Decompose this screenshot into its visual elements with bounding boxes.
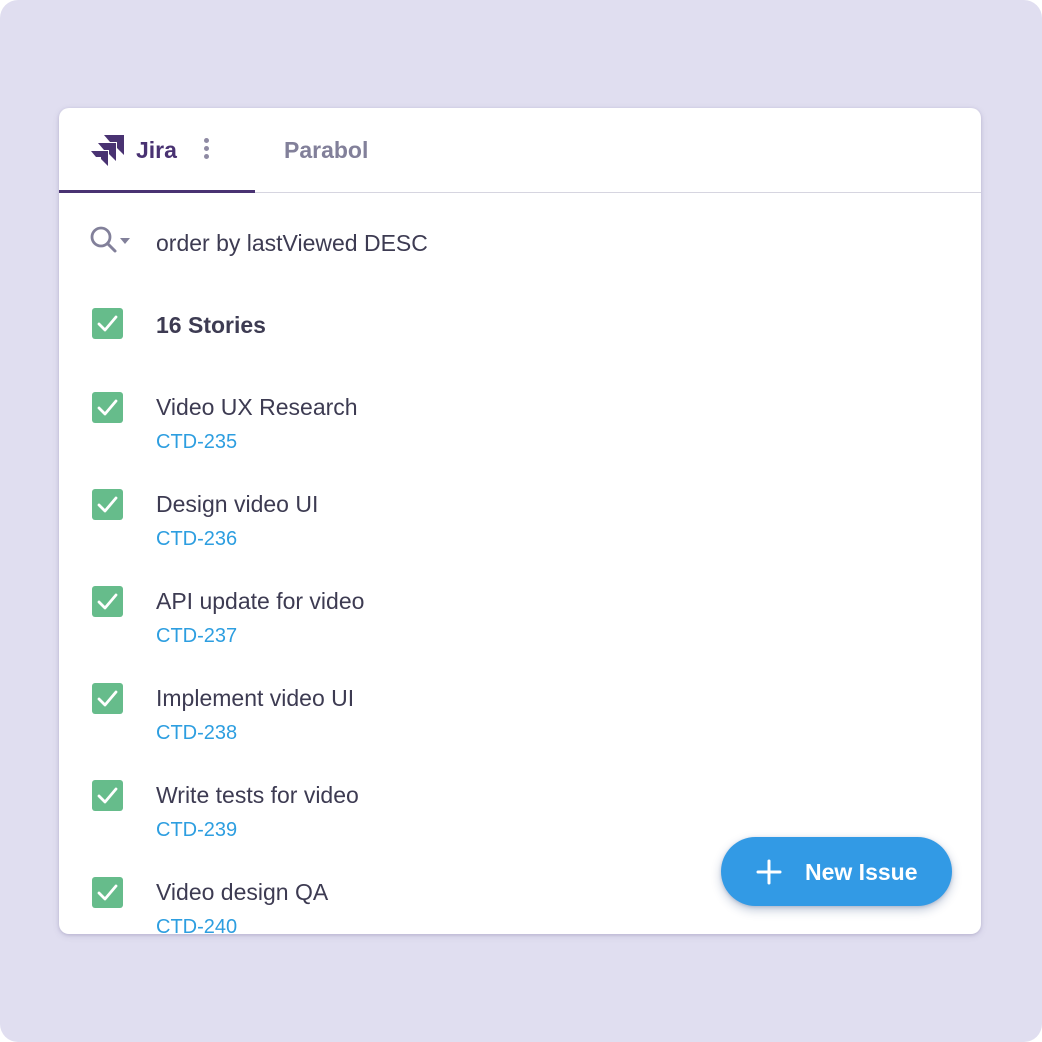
issue-key[interactable]: CTD-238 — [156, 722, 237, 745]
search-icon — [90, 226, 130, 253]
checkmark-icon — [97, 690, 118, 707]
search-options-toggle[interactable] — [89, 222, 137, 262]
tab-jira[interactable]: Jira — [59, 108, 255, 193]
issue-checkbox[interactable] — [92, 780, 123, 811]
issue-picker-card: Jira Parabol order by lastViewed DESC 16… — [59, 108, 981, 934]
issue-title: Write tests for video — [156, 782, 359, 808]
issue-key[interactable]: CTD-240 — [156, 916, 237, 934]
issue-key[interactable]: CTD-235 — [156, 431, 237, 454]
list-item[interactable]: Implement video UI CTD-238 — [59, 683, 981, 773]
new-issue-label: New Issue — [805, 859, 918, 885]
background-frame: Jira Parabol order by lastViewed DESC 16… — [0, 0, 1042, 1042]
tab-parabol[interactable]: Parabol — [271, 128, 381, 172]
tab-parabol-label: Parabol — [284, 137, 369, 163]
tab-bar: Jira Parabol — [59, 108, 981, 193]
plus-icon — [756, 859, 782, 885]
checkmark-icon — [97, 787, 118, 804]
issue-key[interactable]: CTD-237 — [156, 625, 237, 648]
active-tab-indicator — [59, 190, 255, 193]
list-item[interactable]: Design video UI CTD-236 — [59, 489, 981, 579]
new-issue-button[interactable]: New Issue — [721, 837, 952, 906]
checkmark-icon — [97, 399, 118, 416]
checkmark-icon — [97, 315, 118, 332]
issue-key[interactable]: CTD-239 — [156, 819, 237, 842]
stories-count: 16 Stories — [156, 312, 266, 338]
more-options-icon[interactable] — [199, 138, 213, 162]
checkmark-icon — [97, 496, 118, 513]
search-row: order by lastViewed DESC — [89, 222, 949, 262]
caret-down-icon — [120, 238, 130, 244]
tab-jira-label: Jira — [136, 137, 177, 163]
list-header: 16 Stories — [59, 308, 981, 398]
issue-checkbox[interactable] — [92, 586, 123, 617]
list-item[interactable]: Video UX Research CTD-235 — [59, 392, 981, 482]
issue-title: Implement video UI — [156, 685, 355, 711]
issue-title: Video design QA — [156, 879, 329, 905]
issue-title: Video UX Research — [156, 394, 358, 420]
checkmark-icon — [97, 884, 118, 901]
issue-checkbox[interactable] — [92, 683, 123, 714]
select-all-checkbox[interactable] — [92, 308, 123, 339]
checkmark-icon — [97, 593, 118, 610]
issue-checkbox[interactable] — [92, 489, 123, 520]
issue-title: Design video UI — [156, 491, 319, 517]
list-item[interactable]: API update for video CTD-237 — [59, 586, 981, 676]
issue-checkbox[interactable] — [92, 877, 123, 908]
issue-title: API update for video — [156, 588, 365, 614]
jira-logo-icon — [91, 135, 124, 166]
search-query[interactable]: order by lastViewed DESC — [156, 230, 428, 257]
issue-key[interactable]: CTD-236 — [156, 528, 237, 551]
issue-checkbox[interactable] — [92, 392, 123, 423]
